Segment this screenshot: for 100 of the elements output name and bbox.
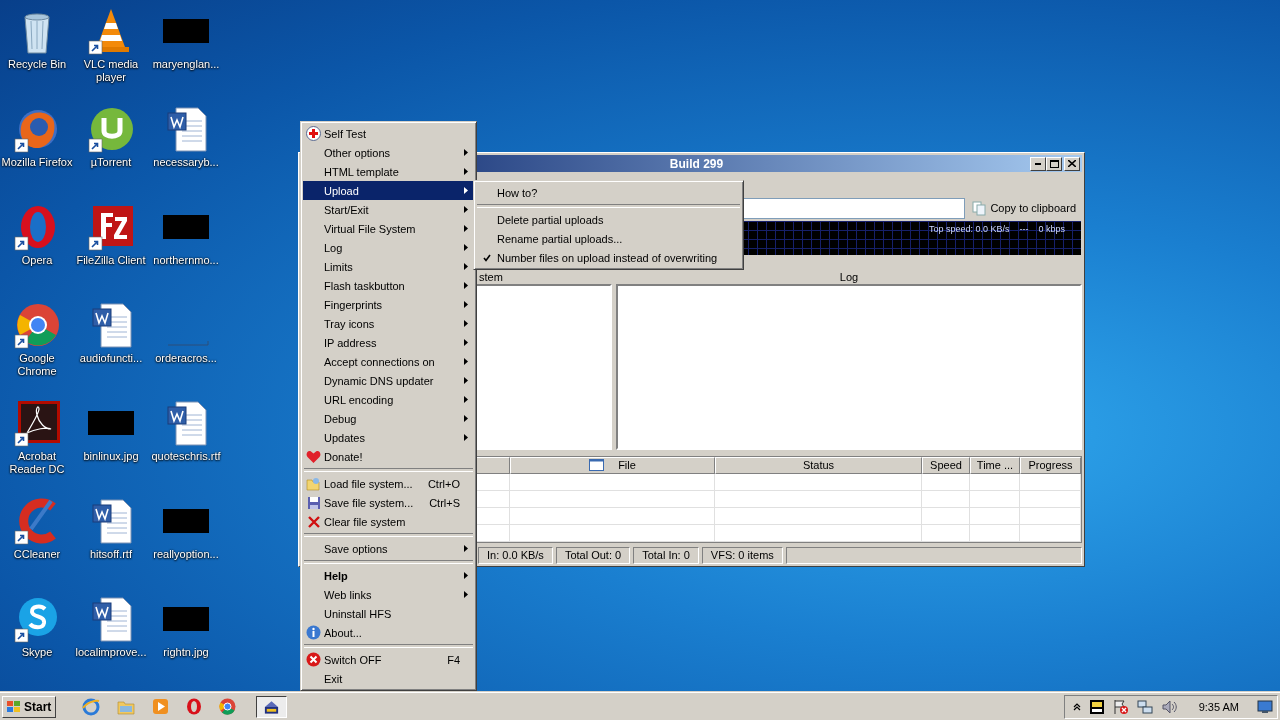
maximize-button[interactable] xyxy=(1046,156,1062,171)
menu-item[interactable]: How to? xyxy=(476,183,741,202)
menu-item[interactable]: Delete partial uploads xyxy=(476,210,741,229)
server-icon xyxy=(263,698,281,715)
desktop-icon-label[interactable]: VLC media player xyxy=(75,58,147,84)
desktop-icon-label[interactable]: Acrobat Reader DC xyxy=(1,450,73,476)
column-header[interactable]: Progress xyxy=(1020,456,1081,474)
flag-error-icon[interactable] xyxy=(1112,698,1129,715)
status-bar-panel: VFS: 0 items xyxy=(701,546,783,564)
column-header[interactable]: Status xyxy=(715,456,922,474)
menu-item[interactable]: Exit xyxy=(303,669,474,688)
taskbar-app-button[interactable] xyxy=(256,695,288,718)
menu-item[interactable]: Flash taskbutton xyxy=(303,276,474,295)
desktop-icon-label[interactable]: Google Chrome xyxy=(1,352,73,378)
menu-item[interactable]: URL encoding xyxy=(303,390,474,409)
desktop-icon-label[interactable]: Recycle Bin xyxy=(7,58,67,71)
start-button[interactable]: Start xyxy=(2,695,57,718)
menu-item[interactable]: Debug xyxy=(303,409,474,428)
status-bar-panel: Total In: 0 xyxy=(633,546,699,564)
submenu-arrow-icon xyxy=(464,225,468,232)
table-cell xyxy=(1020,490,1081,508)
desktop-icon-label[interactable]: Skype xyxy=(21,646,53,659)
panel-header: Log xyxy=(839,270,859,283)
folder-icon xyxy=(306,476,321,491)
table-cell xyxy=(922,507,970,525)
heart-icon xyxy=(306,449,321,464)
desktop-icon-label[interactable]: orderacros... xyxy=(155,352,217,365)
submenu-arrow-icon xyxy=(464,206,468,213)
table-cell xyxy=(922,490,970,508)
menu-item[interactable]: Clear file system xyxy=(303,512,474,531)
menu-item[interactable]: Accept connections on xyxy=(303,352,474,371)
menu-item[interactable]: Start/Exit xyxy=(303,200,474,219)
menu-item[interactable]: Switch OFF F4 xyxy=(303,650,474,669)
menu-item[interactable]: Upload xyxy=(303,181,474,200)
column-header[interactable]: Time ... xyxy=(970,456,1020,474)
menu-item[interactable]: Self Test xyxy=(303,124,474,143)
plus-icon xyxy=(306,126,321,141)
pdf-icon[interactable] xyxy=(13,399,61,447)
chevron-up-icon[interactable] xyxy=(1072,702,1081,711)
menu-item[interactable]: Rename partial uploads... xyxy=(476,229,741,248)
torrent-icon[interactable] xyxy=(87,105,135,153)
browser-e-icon[interactable] xyxy=(82,697,101,716)
desktop-icon-label[interactable]: northernmo... xyxy=(153,254,219,267)
menu-item[interactable]: Save options xyxy=(303,539,474,558)
menu-item[interactable]: Help xyxy=(303,566,474,585)
desktop-icon-label[interactable]: localimprove... xyxy=(75,646,147,659)
windows-logo-icon xyxy=(6,699,22,714)
submenu-arrow-icon xyxy=(464,339,468,346)
desktop-icon-label[interactable]: µTorrent xyxy=(90,156,132,169)
network-icon[interactable] xyxy=(1136,698,1153,715)
desktop-icon-label[interactable]: maryenglan... xyxy=(152,58,220,71)
menu-item[interactable]: Other options xyxy=(303,143,474,162)
menu-item[interactable]: Web links xyxy=(303,585,474,604)
minimize-button[interactable] xyxy=(1030,156,1046,171)
menu-item[interactable]: Load file system... Ctrl+O xyxy=(303,474,474,493)
submenu-arrow-icon xyxy=(464,244,468,251)
desktop-icon-label[interactable]: rightn.jpg xyxy=(163,646,209,659)
table-cell xyxy=(922,473,970,491)
server-icon[interactable] xyxy=(1088,698,1105,715)
desktop-icon-label[interactable]: reallyoption... xyxy=(153,548,219,561)
submenu-arrow-icon xyxy=(464,149,468,156)
menu-item[interactable]: IP address xyxy=(303,333,474,352)
speaker-icon[interactable] xyxy=(1160,698,1177,715)
menu-item[interactable]: About... xyxy=(303,623,474,642)
desktop-icon-label[interactable]: necessaryb... xyxy=(153,156,219,169)
chrome-icon[interactable] xyxy=(219,698,237,715)
copy-icon xyxy=(972,200,987,216)
column-header[interactable]: File xyxy=(510,456,715,474)
menu-item[interactable]: HTML template xyxy=(303,162,474,181)
status-bar-panel: Total Out: 0 xyxy=(555,546,631,564)
desktop-icon-label[interactable]: quoteschris.rtf xyxy=(151,450,221,463)
ring-icon[interactable] xyxy=(186,698,203,715)
menu-item[interactable]: Fingerprints xyxy=(303,295,474,314)
table-cell xyxy=(970,490,1020,508)
menu-item[interactable]: Updates xyxy=(303,428,474,447)
table-cell xyxy=(970,473,1020,491)
menu-item[interactable]: Dynamic DNS updater xyxy=(303,371,474,390)
desktop-icon-label[interactable]: CCleaner xyxy=(13,548,61,561)
filezilla-icon[interactable] xyxy=(87,203,135,251)
desktop-icon-label[interactable]: audiofuncti... xyxy=(79,352,143,365)
desktop-icon-label[interactable]: hitsoff.rtf xyxy=(90,548,132,561)
menu-item[interactable]: Uninstall HFS xyxy=(303,604,474,623)
close-button[interactable] xyxy=(1064,156,1080,171)
menu-item[interactable]: Number files on upload instead of overwriting xyxy=(476,248,741,267)
menu-item[interactable]: Limits xyxy=(303,257,474,276)
menu-item[interactable]: Donate! xyxy=(303,447,474,466)
desktop-icon-label[interactable]: binlinux.jpg xyxy=(83,450,139,463)
window-icon xyxy=(589,459,605,472)
desktop-icon-label[interactable]: Mozilla Firefox xyxy=(1,156,73,169)
menu-item[interactable]: Tray icons xyxy=(303,314,474,333)
menu-item[interactable]: Log xyxy=(303,238,474,257)
menu-item[interactable]: Save file system... Ctrl+S xyxy=(303,493,474,512)
desktop-icon-label[interactable]: FileZilla Client xyxy=(76,254,146,267)
column-header[interactable]: Speed xyxy=(922,456,970,474)
show-desktop-icon[interactable] xyxy=(1257,699,1273,714)
menu-item[interactable]: Virtual File System xyxy=(303,219,474,238)
desktop-icon-label[interactable]: Opera xyxy=(21,254,53,267)
chrome-icon[interactable] xyxy=(13,301,61,349)
top-speed-text: Top speed: 0.0 KB/s xyxy=(928,224,1010,234)
clock[interactable]: 9:35 AM xyxy=(1198,700,1239,713)
